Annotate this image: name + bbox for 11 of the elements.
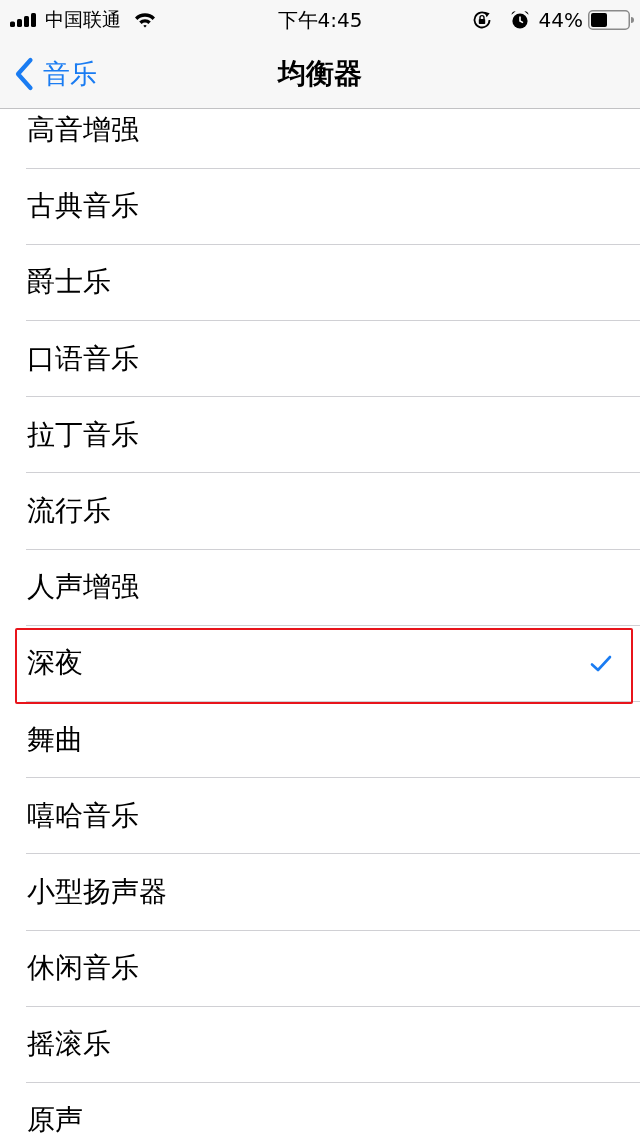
status-time: 下午4:45 [277,6,363,34]
signal-icon [10,13,37,27]
nav-title: 均衡器 [278,56,362,92]
battery-percentage: 44% [538,8,583,32]
battery-icon [588,10,634,30]
carrier-name: 中国联通 [45,7,121,32]
rotation-lock-icon [471,10,492,30]
wifi-icon [134,12,156,28]
alarm-clock-icon [509,10,530,30]
back-button[interactable]: 音乐 [0,56,97,92]
chevron-left-icon [14,57,34,91]
